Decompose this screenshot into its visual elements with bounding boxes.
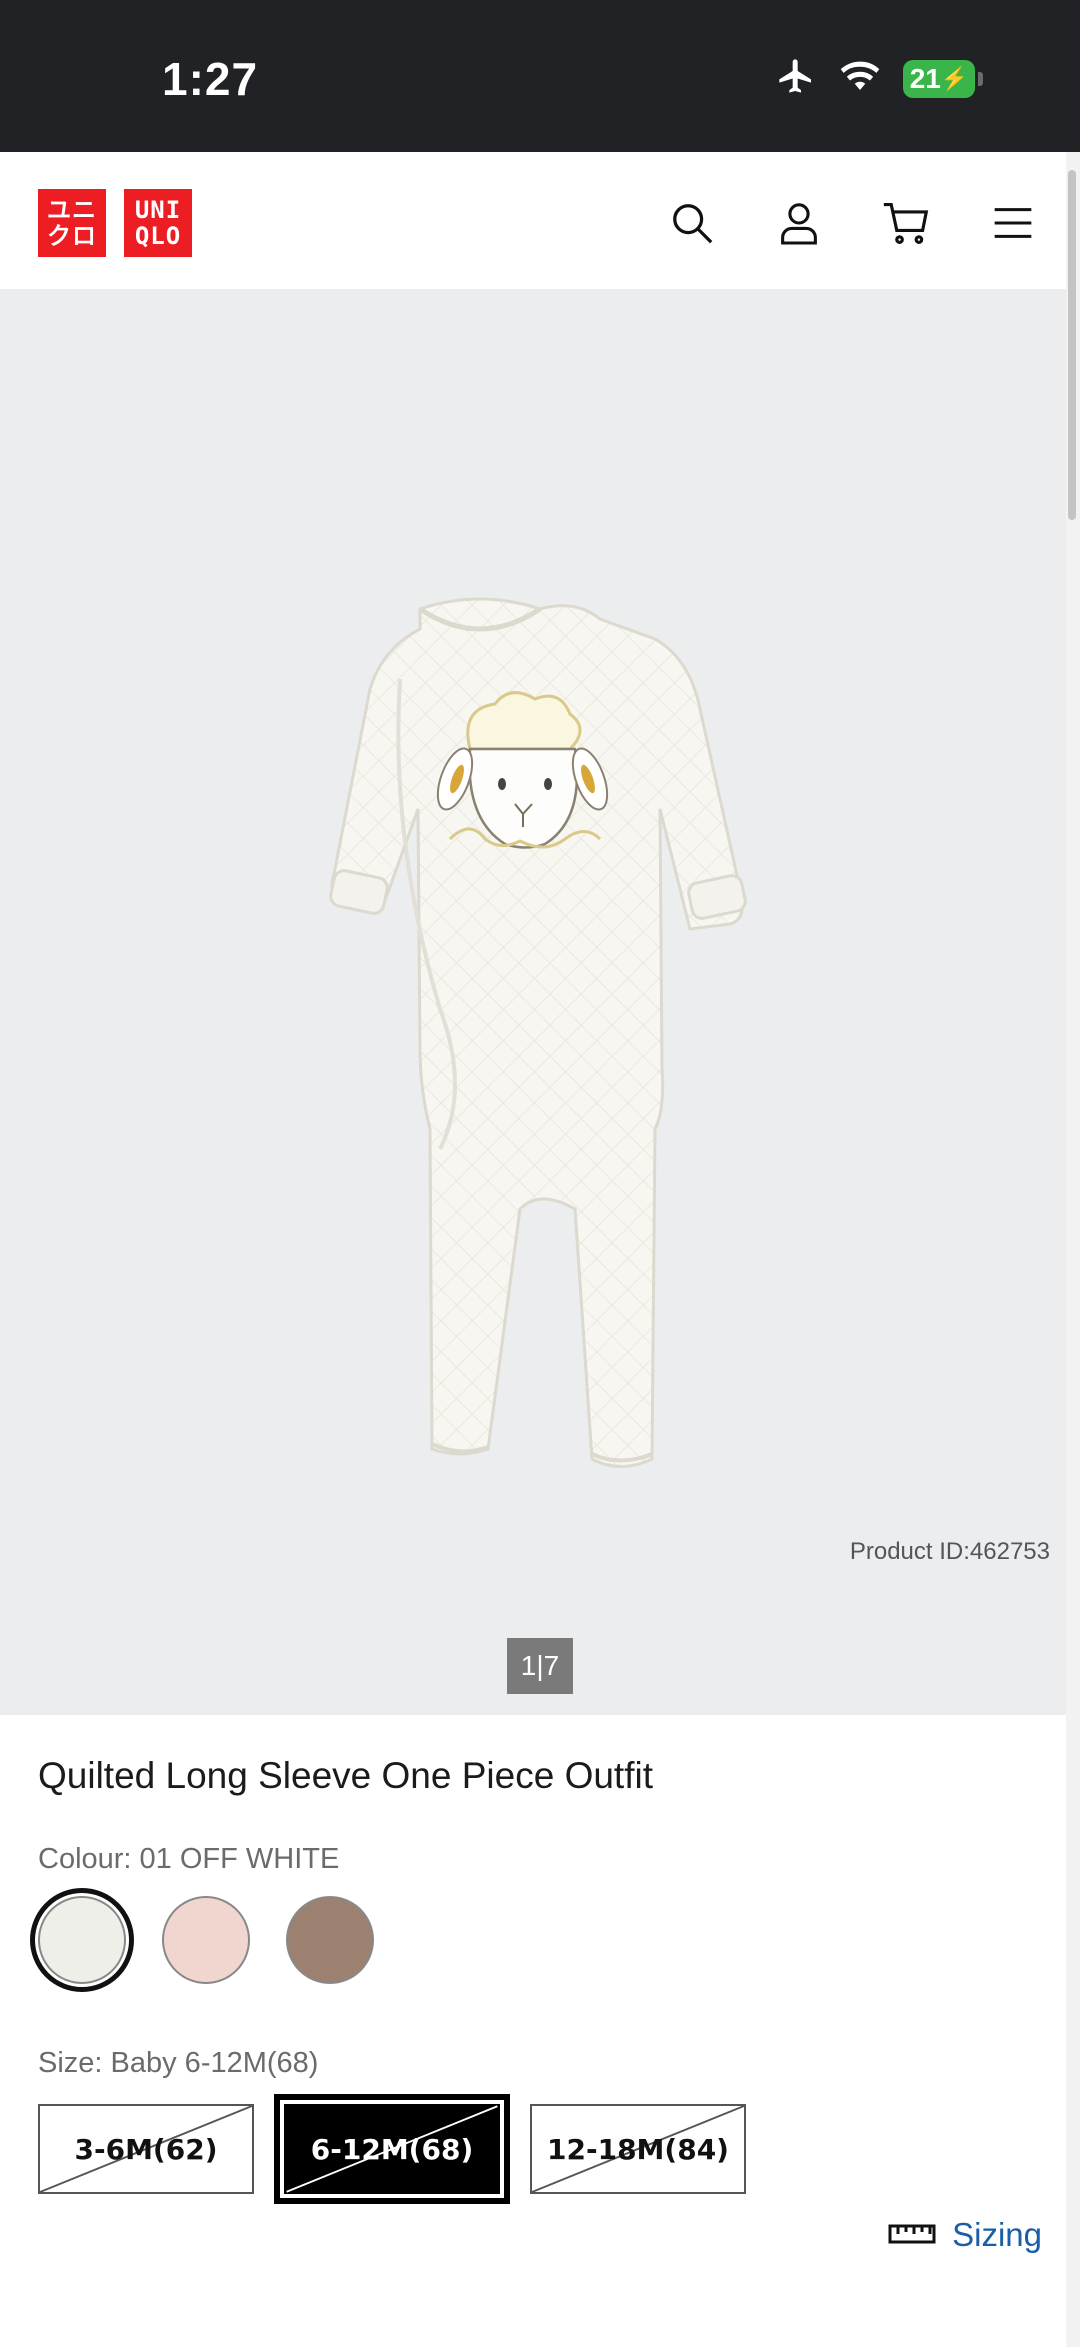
product-title: Quilted Long Sleeve One Piece Outfit (38, 1755, 653, 1796)
site-header: ユニ クロ UNI QLO (0, 152, 1066, 289)
sizing-link[interactable]: Sizing (888, 2216, 1042, 2254)
gallery-pager: 1|7 (507, 1638, 573, 1694)
account-icon[interactable] (745, 193, 852, 253)
size-option-label: 12-18M(84) (547, 2132, 729, 2166)
ruler-icon (888, 2216, 936, 2254)
logo-latin: UNI QLO (124, 189, 192, 257)
cart-icon[interactable] (852, 193, 959, 253)
menu-icon[interactable] (959, 193, 1066, 253)
status-time: 1:27 (162, 53, 259, 105)
scrollbar-thumb[interactable] (1068, 170, 1076, 520)
product-image (329, 597, 747, 1468)
size-option-label: 6-12M(68) (310, 2132, 474, 2166)
product-id: Product ID:462753 (849, 1538, 1050, 1565)
size-option-12-18m[interactable]: 12-18M(84) (530, 2104, 746, 2194)
logo-katakana: ユニ クロ (38, 189, 106, 257)
uniqlo-logo[interactable]: ユニ クロ UNI QLO (38, 189, 192, 257)
wifi-icon (839, 58, 881, 99)
swatch-fill (38, 1896, 126, 1984)
status-bar: 1:27 21 ⚡ (0, 0, 1080, 152)
product-gallery[interactable]: Product ID:462753 1|7 (0, 289, 1066, 1715)
colour-swatch-off-white[interactable] (30, 1888, 134, 1992)
colour-label: Colour: 01 OFF WHITE (38, 1843, 340, 1875)
size-options: 3-6M(62) 6-12M(68) 12-18M(84) (38, 2094, 746, 2204)
battery-level: 21 (909, 62, 941, 94)
status-icons: 21 ⚡ (775, 56, 983, 101)
header-actions (638, 193, 1066, 253)
size-option-6-12m[interactable]: 6-12M(68) (274, 2094, 510, 2204)
size-label: Size: Baby 6-12M(68) (38, 2047, 319, 2079)
search-icon[interactable] (638, 193, 745, 253)
sizing-link-label: Sizing (952, 2216, 1042, 2253)
colour-swatch-brown[interactable] (278, 1888, 382, 1992)
swatch-fill (286, 1896, 374, 1984)
colour-swatch-pink[interactable] (154, 1888, 258, 1992)
size-option-label: 3-6M(62) (74, 2132, 218, 2166)
battery-charging-icon: 21 ⚡ (903, 59, 983, 98)
airplane-icon (775, 56, 817, 101)
size-option-3-6m[interactable]: 3-6M(62) (38, 2104, 254, 2194)
colour-swatches (30, 1888, 382, 1992)
swatch-fill (162, 1896, 250, 1984)
